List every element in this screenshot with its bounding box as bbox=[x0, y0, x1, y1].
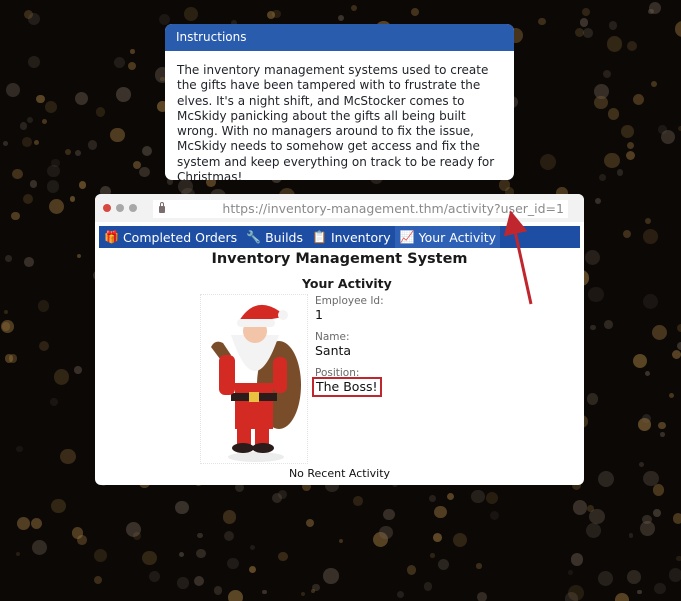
annotation-arrow bbox=[503, 210, 533, 305]
